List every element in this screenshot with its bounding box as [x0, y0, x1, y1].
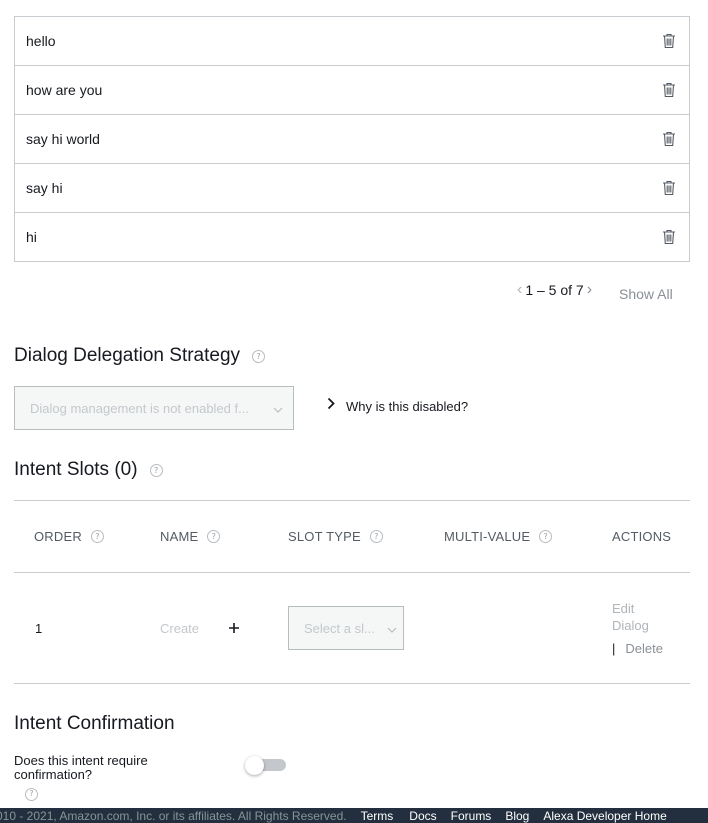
- column-label: NAME: [160, 529, 199, 544]
- column-header-actions: ACTIONS: [612, 529, 671, 544]
- footer-copyright: 010 - 2021, Amazon.com, Inc. or its affi…: [0, 808, 347, 823]
- show-all-button[interactable]: Show All: [619, 286, 673, 302]
- divider: [14, 572, 690, 573]
- chevron-right-icon[interactable]: ›: [587, 282, 592, 298]
- edit-dialog-line: Dialog: [612, 618, 649, 633]
- pagination: ‹ 1 – 5 of 7 ›: [517, 282, 592, 299]
- utterance-text[interactable]: hi: [26, 229, 37, 245]
- dialog-select-placeholder: Dialog management is not enabled f...: [30, 400, 249, 416]
- chevron-right-icon: [327, 397, 335, 415]
- delete-group: | Delete: [612, 641, 663, 656]
- confirmation-question-text: Does this intent require confirmation?: [14, 753, 148, 782]
- slot-order: 1: [35, 621, 43, 636]
- chevron-left-icon[interactable]: ‹: [517, 282, 522, 298]
- footer-link-alexa-home[interactable]: Alexa Developer Home: [543, 809, 666, 823]
- utterance-row[interactable]: hi: [15, 212, 689, 261]
- column-header-name: NAME ?: [160, 529, 221, 544]
- help-icon[interactable]: ?: [90, 530, 104, 543]
- edit-dialog-line: Edit: [612, 601, 635, 616]
- help-icon[interactable]: ?: [252, 349, 266, 363]
- footer: 010 - 2021, Amazon.com, Inc. or its affi…: [0, 808, 708, 823]
- confirmation-toggle[interactable]: [245, 756, 287, 775]
- help-icon[interactable]: ?: [25, 787, 38, 801]
- edit-dialog-link[interactable]: Edit Dialog: [612, 600, 649, 634]
- dialog-delegation-select[interactable]: Dialog management is not enabled f...: [14, 386, 294, 430]
- trash-icon[interactable]: [662, 82, 676, 98]
- utterance-row[interactable]: hello: [15, 17, 689, 65]
- dialog-delegation-heading: Dialog Delegation Strategy ?: [14, 345, 266, 367]
- help-icon[interactable]: ?: [149, 463, 163, 477]
- why-disabled-link[interactable]: Why is this disabled?: [327, 397, 468, 415]
- column-label: ORDER: [34, 529, 82, 544]
- column-label: ACTIONS: [612, 529, 672, 544]
- footer-link-docs[interactable]: Docs: [409, 809, 436, 823]
- utterance-row[interactable]: say hi: [15, 163, 689, 212]
- column-label: MULTI-VALUE: [444, 529, 531, 544]
- slot-type-select[interactable]: Select a sl...: [288, 606, 404, 650]
- column-label: SLOT TYPE: [288, 529, 361, 544]
- plus-icon[interactable]: [228, 618, 240, 639]
- help-icon[interactable]: ?: [369, 530, 383, 543]
- utterance-text[interactable]: say hi world: [26, 131, 100, 147]
- intent-slots-heading: Intent Slots (0) ?: [14, 459, 163, 481]
- slot-name-input[interactable]: Create: [160, 621, 199, 636]
- toggle-knob: [245, 756, 264, 775]
- divider: [14, 500, 690, 501]
- utterance-row[interactable]: how are you: [15, 65, 689, 114]
- intent-slots-title: Intent Slots (0): [14, 459, 138, 480]
- column-header-multi-value: MULTI-VALUE ?: [444, 529, 553, 544]
- footer-link-forums[interactable]: Forums: [451, 809, 492, 823]
- utterance-list: hello how are you say hi world say hi hi: [14, 16, 690, 262]
- utterance-text[interactable]: hello: [26, 33, 56, 49]
- help-icon[interactable]: ?: [539, 530, 553, 543]
- utterance-text[interactable]: say hi: [26, 180, 63, 196]
- chevron-down-icon: [387, 621, 397, 636]
- column-header-slot-type: SLOT TYPE ?: [288, 529, 383, 544]
- trash-icon[interactable]: [662, 131, 676, 147]
- delete-slot-button[interactable]: Delete: [625, 641, 663, 656]
- utterance-row[interactable]: say hi world: [15, 114, 689, 163]
- why-disabled-label: Why is this disabled?: [346, 398, 469, 414]
- footer-link-terms[interactable]: Terms: [361, 809, 394, 823]
- utterance-text[interactable]: how are you: [26, 82, 102, 98]
- action-separator: |: [612, 641, 616, 656]
- intent-confirmation-heading: Intent Confirmation: [14, 713, 175, 735]
- slot-type-placeholder: Select a sl...: [304, 620, 375, 636]
- help-icon[interactable]: ?: [207, 530, 221, 543]
- trash-icon[interactable]: [662, 33, 676, 49]
- column-header-order: ORDER ?: [34, 529, 104, 544]
- dialog-delegation-title: Dialog Delegation Strategy: [14, 345, 241, 366]
- intent-confirmation-title: Intent Confirmation: [14, 713, 175, 734]
- chevron-down-icon: [273, 401, 283, 416]
- confirmation-question: Does this intent require confirmation? ?: [14, 754, 194, 801]
- trash-icon[interactable]: [662, 180, 676, 196]
- pagination-range: 1 – 5 of 7: [525, 282, 584, 298]
- footer-link-blog[interactable]: Blog: [505, 809, 529, 823]
- trash-icon[interactable]: [662, 229, 676, 245]
- divider: [14, 683, 690, 684]
